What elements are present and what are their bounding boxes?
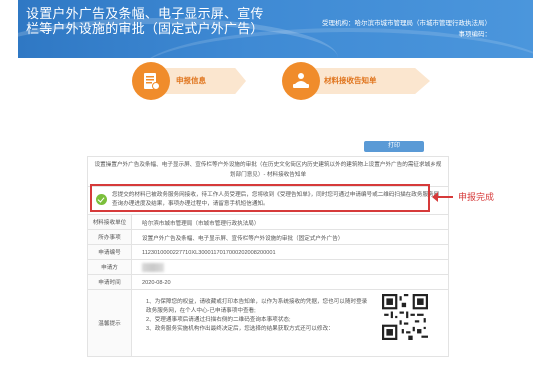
step-receipt-notice[interactable]: 材料接收告知单 xyxy=(282,62,432,102)
tip-item: 1、为保障您的权益，请收藏或打印本告知单，以作为系统接收的凭据，您也可以随时登录… xyxy=(146,299,368,314)
page-title: 设置户外广告及条幅、电子显示屏、宣传栏等户外设施的审批（固定式户外广告） xyxy=(26,6,264,36)
row-value xyxy=(138,260,448,275)
arrow-left-icon xyxy=(432,192,453,202)
table-title-row: 设置操置户外广告及条幅、电子显示屏、宣传栏等户外设施的审批（在历史文化街区内历史… xyxy=(88,157,448,187)
page-header: 设置户外广告及条幅、电子显示屏、宣传栏等户外设施的审批（固定式户外广告） 受理机… xyxy=(18,0,533,58)
row-label: 所办事项 xyxy=(88,230,132,244)
tip-item: 3、政务服务实施机构作出最终决定后，您选择的结果获取方式还可以修改： xyxy=(146,326,334,332)
row-label: 材料接收单位 xyxy=(88,215,132,229)
item-code: 事项编码： xyxy=(458,31,492,38)
step-apply-info[interactable]: 申报信息 xyxy=(132,62,252,102)
table-row: 申请方 xyxy=(88,260,448,275)
tip-item: 2、受理通事项后请通过扫描右侧的二维码查询本事项状态; xyxy=(146,317,291,323)
redacted-value xyxy=(142,263,164,272)
completion-callout: 申报完成 xyxy=(458,192,495,202)
table-row: 申请编号 1123010000227710XL30001170170002020… xyxy=(88,245,448,260)
row-label: 申请时间 xyxy=(88,275,132,289)
table-title: 设置操置户外广告及条幅、电子显示屏、宣传栏等户外设施的审批（在历史文化街区内历史… xyxy=(94,162,442,178)
row-value: 设置户外广告及条幅、电子显示屏、宣传栏等户外设施的审批（固定式户外广告） xyxy=(142,235,344,242)
step-label: 材料接收告知单 xyxy=(324,76,377,85)
handling-agency: 受理机构：哈尔滨市城市管理局（市城市管理行政执法局） xyxy=(322,20,491,27)
print-button[interactable]: 打印 xyxy=(364,141,424,152)
row-label: 申请方 xyxy=(88,260,132,274)
highlight-box xyxy=(90,184,430,212)
tips-cell: 1、为保障您的权益，请收藏或打印本告知单，以作为系统接收的凭据，您也可以随时登录… xyxy=(138,290,448,356)
row-value: 哈尔滨市城市管理局（市城市管理行政执法局） xyxy=(142,220,260,227)
person-desk-icon xyxy=(282,62,320,100)
row-value: 2020-08-20 xyxy=(142,279,171,286)
step-label: 申报信息 xyxy=(176,76,206,85)
document-icon xyxy=(132,62,170,100)
progress-steps: 申报信息 材料接收告知单 xyxy=(132,62,432,102)
table-row: 申请时间 2020-08-20 xyxy=(88,275,448,290)
tips-label: 温馨提示 xyxy=(88,290,132,356)
table-row: 材料接收单位 哈尔滨市城市管理局（市城市管理行政执法局） xyxy=(88,215,448,230)
tips-row: 温馨提示 1、为保障您的权益，请收藏或打印本告知单，以作为系统接收的凭据，您也可… xyxy=(88,290,448,356)
qr-code-icon[interactable] xyxy=(382,294,428,340)
tips-text: 1、为保障您的权益，请收藏或打印本告知单，以作为系统接收的凭据，您也可以随时登录… xyxy=(142,294,372,352)
row-value: 1123010000227710XL3000117017000202008200… xyxy=(142,249,276,256)
row-label: 申请编号 xyxy=(88,245,132,259)
table-row: 所办事项 设置户外广告及条幅、电子显示屏、宣传栏等户外设施的审批（固定式户外广告… xyxy=(88,230,448,245)
